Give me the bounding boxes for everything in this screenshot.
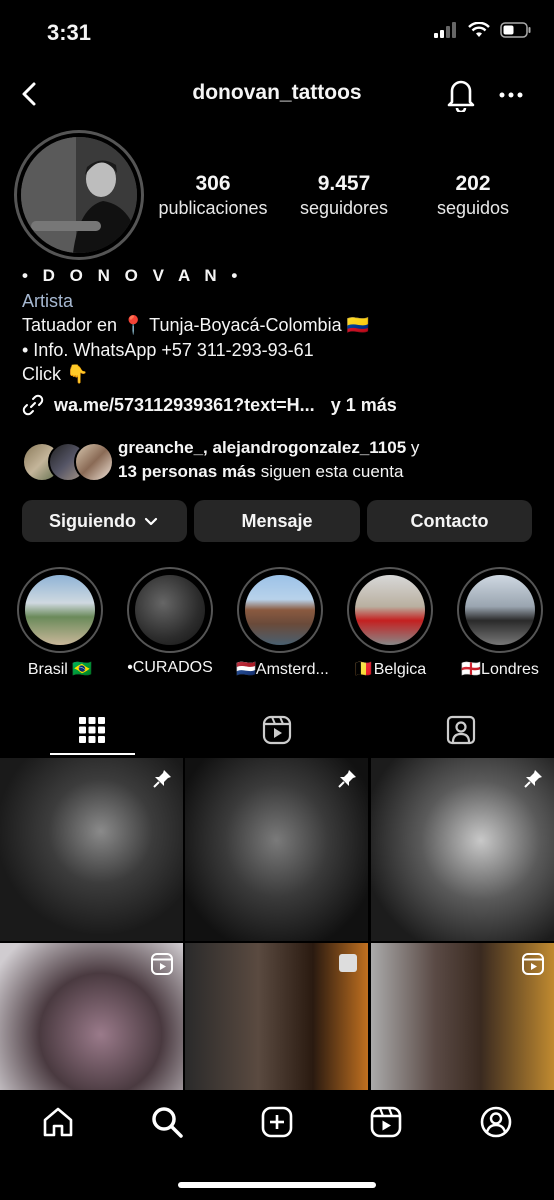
active-tab-indicator — [50, 753, 135, 755]
bio-line: • Info. WhatsApp +57 311-293-93-61 — [22, 339, 314, 360]
nav-profile[interactable] — [478, 1104, 514, 1140]
grid-icon — [79, 717, 105, 743]
link-text[interactable]: wa.me/573112939361?text=H... — [54, 395, 315, 416]
pin-icon — [338, 770, 356, 788]
pin-icon — [153, 770, 171, 788]
plus-square-icon — [261, 1106, 293, 1138]
profile-header: donovan_tattoos — [0, 70, 554, 118]
stat-followers[interactable]: 9.457 seguidores — [274, 172, 414, 219]
nav-search[interactable] — [149, 1104, 185, 1140]
search-icon — [152, 1107, 183, 1138]
highlight-londres[interactable]: 🏴󠁧󠁢󠁥󠁮󠁧󠁿Londres — [456, 567, 544, 679]
tab-tagged[interactable] — [443, 712, 479, 748]
post-thumbnail[interactable] — [371, 758, 554, 941]
highlight-brasil[interactable]: Brasil 🇧🇷 — [16, 567, 104, 679]
home-indicator — [178, 1182, 376, 1188]
nav-reels[interactable] — [368, 1104, 404, 1140]
status-bar: 3:31 — [0, 0, 554, 66]
nav-home[interactable] — [40, 1104, 76, 1140]
post-thumbnail[interactable] — [0, 758, 183, 941]
profile-icon — [480, 1106, 512, 1138]
following-button[interactable]: Siguiendo — [22, 500, 187, 542]
reel-icon — [522, 953, 544, 975]
bio-section: • D O N O V A N • Artista Tatuador en 📍 … — [22, 264, 542, 387]
message-button[interactable]: Mensaje — [194, 500, 360, 542]
bio-line: Click 👇 — [22, 364, 89, 384]
chevron-down-icon — [144, 517, 158, 526]
nav-create[interactable] — [259, 1104, 295, 1140]
profile-tabs — [0, 706, 554, 756]
highlight-curados[interactable]: •CURADOS — [126, 567, 214, 677]
status-time: 3:31 — [47, 20, 92, 45]
tagged-icon — [446, 715, 476, 745]
link-icon — [22, 394, 44, 416]
bell-icon[interactable] — [444, 76, 478, 112]
bio-link[interactable]: wa.me/573112939361?text=H... y 1 más — [22, 394, 397, 416]
stat-posts[interactable]: 306 publicaciones — [143, 172, 283, 219]
bio-line: Tatuador en 📍 Tunja-Boyacá-Colombia 🇨🇴 — [22, 315, 369, 335]
reel-icon — [151, 953, 173, 975]
highlight-belgica[interactable]: 🇧🇪Belgica — [346, 567, 434, 679]
more-options-icon[interactable] — [496, 80, 526, 110]
reels-icon — [262, 715, 292, 745]
highlight-amsterdam[interactable]: 🇳🇱Amsterd... — [236, 567, 329, 679]
tab-grid[interactable] — [74, 712, 110, 748]
post-thumbnail[interactable] — [185, 758, 368, 941]
battery-icon — [500, 22, 531, 38]
link-more[interactable]: y 1 más — [331, 395, 397, 416]
pin-icon — [524, 770, 542, 788]
signal-icon — [434, 22, 456, 38]
reels-icon — [370, 1106, 402, 1138]
stat-following[interactable]: 202 seguidos — [403, 172, 543, 219]
display-name: • D O N O V A N • — [22, 266, 243, 285]
category-label: Artista — [22, 290, 74, 311]
profile-avatar[interactable] — [21, 137, 137, 253]
followed-by[interactable]: greanche_, alejandrogonzalez_1105 y 13 p… — [22, 436, 419, 484]
multi-icon — [339, 954, 357, 972]
contact-button[interactable]: Contacto — [367, 500, 532, 542]
tab-reels[interactable] — [259, 712, 295, 748]
follower-avatar — [74, 442, 114, 482]
home-icon — [43, 1107, 73, 1137]
wifi-icon — [468, 22, 490, 37]
